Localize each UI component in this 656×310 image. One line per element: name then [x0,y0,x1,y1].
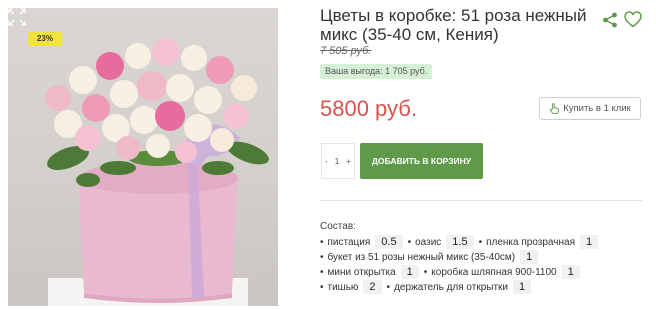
quantity-badge: 1.5 [446,235,474,249]
quantity-badge: 1 [561,265,580,279]
flower-box-illustration [45,38,269,306]
product-photo[interactable]: 23% [8,8,278,306]
composition-title: Состав: [320,221,356,232]
quantity-badge: 1 [513,280,532,294]
quantity-badge: 0.5 [375,235,403,249]
quantity-stepper[interactable]: - 1 + [321,143,355,179]
composition-item: • пленка прозрачная 1 [479,235,599,249]
quantity-badge: 2 [363,280,382,294]
hand-pointer-icon [550,103,560,114]
add-to-cart-button[interactable]: ДОБАВИТЬ В КОРЗИНУ [360,143,483,179]
current-price: 5800 руб. [320,96,418,121]
composition-item: • пистация 0.5 [320,235,403,249]
savings-badge: Ваша выгода: 1 705 руб. [320,64,433,79]
composition-item: • мини открытка 1 [320,265,419,279]
divider [320,200,642,201]
decrease-quantity-button[interactable]: - [325,157,328,166]
quantity-badge: 1 [520,250,539,264]
share-icon[interactable] [602,12,618,28]
quantity-badge: 1 [580,235,599,249]
buy-one-click-label: Купить в 1 клик [563,103,631,114]
heart-icon[interactable] [624,11,642,28]
composition-row: • мини открытка 1 • коробка шляпная 900-11… [320,265,585,279]
quantity-badge: 1 [400,265,419,279]
composition-item: • букет из 51 розы нежный микс (35-40см) … [320,250,539,264]
increase-quantity-button[interactable]: + [346,157,351,166]
composition-row: • пистация 0.5 • оазис 1.5 • пленка прозрач… [320,235,603,249]
old-price: 7 505 руб. [320,45,372,57]
composition-item: • коробка шляпная 900-1100 1 [424,265,580,279]
composition-item: • тишью 2 [320,280,382,294]
composition-row: • тишью 2 • держатель для открытки 1 [320,280,536,294]
buy-one-click-button[interactable]: Купить в 1 клик [539,97,641,120]
composition-item: • оазис 1.5 [408,235,474,249]
expand-icon[interactable] [8,8,26,26]
discount-badge: 23% [28,32,62,46]
quantity-value[interactable]: 1 [335,157,339,166]
product-title: Цветы в коробке: 51 роза нежный микс (35… [320,6,587,44]
composition-item: • держатель для открытки 1 [387,280,532,294]
composition-row: • букет из 51 розы нежный микс (35-40см) … [320,250,543,264]
